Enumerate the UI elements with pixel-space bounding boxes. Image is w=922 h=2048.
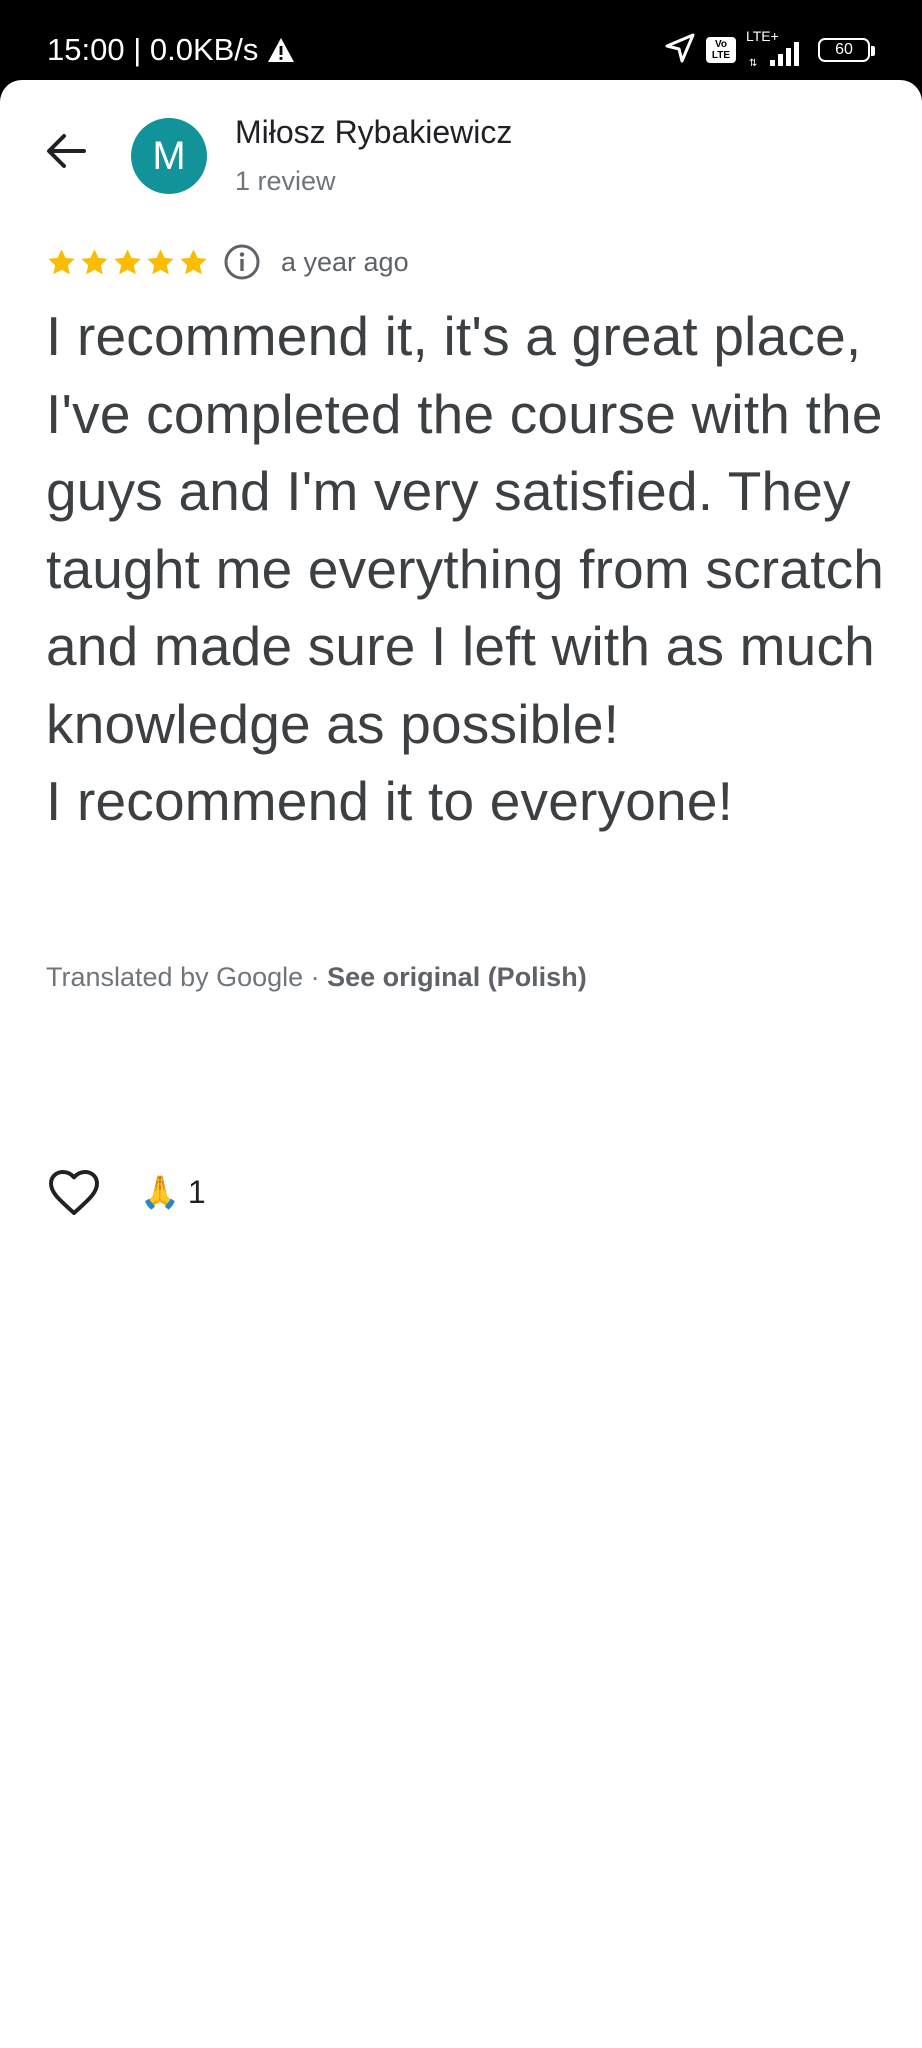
folded-hands-emoji: 🙏 [140,1174,180,1210]
star-icon [112,247,143,278]
status-right: Vo LTE LTE+ ⇅ 60 [664,28,875,70]
status-left: 15:00 | 0.0KB/s [47,30,296,70]
author-name[interactable]: Miłosz Rybakiewicz [235,114,512,151]
back-button[interactable] [38,125,94,181]
heart-outline-icon [48,1169,100,1222]
star-icon [145,247,176,278]
star-icon [46,247,77,278]
like-button[interactable] [44,1165,104,1225]
translation-note: Translated by Google · See original (Pol… [46,962,587,993]
review-sheet: M Miłosz Rybakiewicz 1 review a year ago… [0,80,922,2048]
reaction-chip[interactable]: 🙏 1 [140,1173,206,1211]
reaction-count: 1 [187,1173,206,1210]
navigation-arrow-icon [664,32,696,69]
review-count: 1 review [235,166,336,196]
svg-text:⇅: ⇅ [749,58,757,69]
battery-icon: 60 [818,38,875,62]
star-icon [79,247,110,278]
info-icon[interactable] [223,243,261,281]
star-rating [46,247,209,278]
review-time: a year ago [281,246,409,277]
rating-row: a year ago [46,240,409,284]
see-original-link[interactable]: See original (Polish) [327,962,587,992]
status-bar: 15:00 | 0.0KB/s Vo LTE LTE+ ⇅ 60 [0,0,922,80]
signal-bars-icon: LTE+ ⇅ [746,28,808,70]
warning-icon [266,35,296,65]
review-text: I recommend it, it's a great place, I've… [46,305,885,832]
status-time-speed: 15:00 | 0.0KB/s [47,32,259,67]
star-icon [178,247,209,278]
avatar[interactable]: M [131,118,207,194]
arrow-back-icon [44,129,88,178]
volte-badge: Vo LTE [706,37,736,63]
translated-by-label: Translated by Google · [46,962,328,992]
